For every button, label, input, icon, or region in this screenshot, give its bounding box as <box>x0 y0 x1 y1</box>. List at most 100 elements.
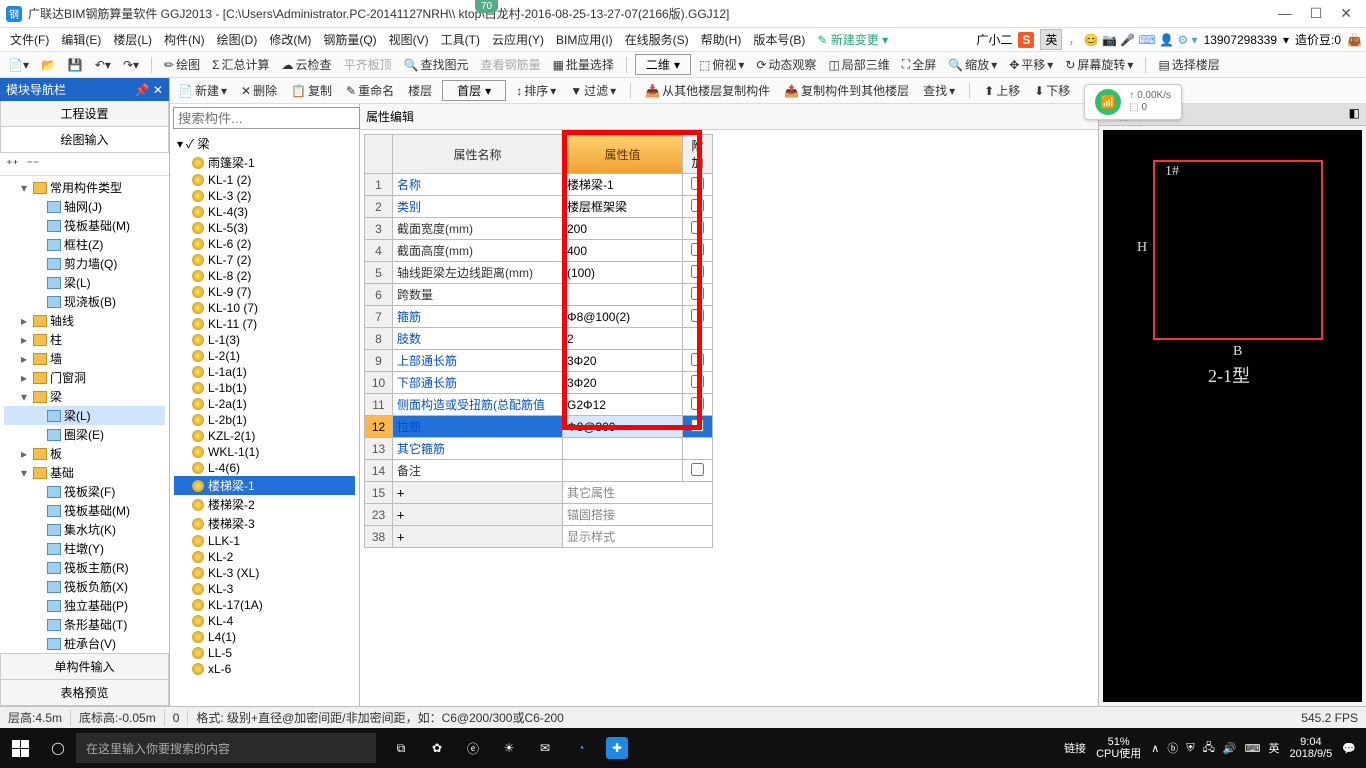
property-row[interactable]: 6跨数量 <box>365 284 713 306</box>
cloud-check-button[interactable]: ☁ 云检查 <box>278 54 336 75</box>
menu-draw[interactable]: 绘图(D) <box>211 29 264 50</box>
menu-rebar[interactable]: 钢筋量(Q) <box>317 29 382 50</box>
nav-node[interactable]: 筏板梁(F) <box>4 482 165 501</box>
ctree-item[interactable]: L-2a(1) <box>174 396 355 412</box>
preview-dock-icon[interactable]: ◧ <box>1349 106 1360 123</box>
property-row[interactable]: 3截面宽度(mm)200 <box>365 218 713 240</box>
menu-modify[interactable]: 修改(M) <box>263 29 317 50</box>
ctree-item[interactable]: KL-4(3) <box>174 204 355 220</box>
filter-button[interactable]: ▼ 过滤 ▾ <box>566 80 620 101</box>
nav-node[interactable]: 筏板主筋(R) <box>4 558 165 577</box>
nav-tab-single[interactable]: 单构件输入 <box>0 654 169 680</box>
property-row[interactable]: 1名称楼梯梁-1 <box>365 174 713 196</box>
find-button[interactable]: 查找 ▾ <box>919 80 959 101</box>
nav-node[interactable]: 框柱(Z) <box>4 235 165 254</box>
zoom-button[interactable]: 🔍 缩放 ▾ <box>944 54 1001 75</box>
sum-button[interactable]: Σ 汇总计算 <box>208 54 273 75</box>
taskbar-app-1[interactable]: ✿ <box>426 737 448 759</box>
property-row[interactable]: 12拉筋Φ8@300 <box>365 416 713 438</box>
open-button[interactable]: 📂 <box>37 56 60 74</box>
nav-node[interactable]: ▾常用构件类型 <box>4 178 165 197</box>
tray-ime[interactable]: 英 <box>1268 740 1279 756</box>
component-search-input[interactable] <box>173 107 360 129</box>
ctree-item[interactable]: L4(1) <box>174 629 355 645</box>
ctree-item[interactable]: KL-6 (2) <box>174 236 355 252</box>
tray-kb-icon[interactable]: ⌨ <box>1245 742 1261 755</box>
tray-up-icon[interactable]: ∧ <box>1151 742 1159 755</box>
property-group-row[interactable]: 15+其它属性 <box>365 482 713 504</box>
dynamic-view-button[interactable]: ⟳ 动态观察 <box>752 54 820 75</box>
view-rebar-button[interactable]: 查看钢筋量 <box>477 54 545 75</box>
ctree-item[interactable]: KL-5(3) <box>174 220 355 236</box>
menu-component[interactable]: 构件(N) <box>158 29 211 50</box>
menu-tool[interactable]: 工具(T) <box>435 29 486 50</box>
property-row[interactable]: 4截面高度(mm)400 <box>365 240 713 262</box>
menu-cloud[interactable]: 云应用(Y) <box>486 29 550 50</box>
fullscreen-button[interactable]: ⛶ 全屏 <box>898 54 940 75</box>
nav-node[interactable]: 圈梁(E) <box>4 425 165 444</box>
ctree-item[interactable]: xL-6 <box>174 661 355 677</box>
ctree-item[interactable]: KL-2 <box>174 549 355 565</box>
ctree-item[interactable]: KL-10 (7) <box>174 300 355 316</box>
ime-lang-button[interactable]: 英 <box>1040 29 1062 50</box>
property-row[interactable]: 9上部通长筋3Φ20 <box>365 350 713 372</box>
taskbar-search[interactable]: 在这里输入你要搜索的内容 <box>76 733 376 763</box>
ctree-item[interactable]: L-1a(1) <box>174 364 355 380</box>
ctree-item[interactable]: KL-3 (2) <box>174 188 355 204</box>
menu-version[interactable]: 版本号(B) <box>747 29 811 50</box>
ctree-item[interactable]: KL-3 (XL) <box>174 565 355 581</box>
nav-node[interactable]: 梁(L) <box>4 406 165 425</box>
menu-help[interactable]: 帮助(H) <box>695 29 748 50</box>
ctree-item[interactable]: KL-3 <box>174 581 355 597</box>
nav-node[interactable]: 筏板基础(M) <box>4 216 165 235</box>
section-canvas[interactable]: 1# H B 2-1型 <box>1103 130 1362 702</box>
taskbar-app-4[interactable]: ✚ <box>606 737 628 759</box>
property-row[interactable]: 14备注 <box>365 460 713 482</box>
nav-node[interactable]: ▾梁 <box>4 387 165 406</box>
wallet-icon[interactable]: 👜 <box>1347 33 1362 47</box>
property-row[interactable]: 2类别楼层框架梁 <box>365 196 713 218</box>
tray-cpu[interactable]: 51%CPU使用 <box>1096 736 1141 760</box>
ctree-item[interactable]: L-2b(1) <box>174 412 355 428</box>
sort-button[interactable]: ↕ 排序 ▾ <box>512 80 560 101</box>
ctree-item[interactable]: L-1(3) <box>174 332 355 348</box>
menu-bim[interactable]: BIM应用(I) <box>550 29 619 50</box>
batch-select-button[interactable]: ▦ 批量选择 <box>549 54 618 75</box>
nav-node[interactable]: ▸柱 <box>4 330 165 349</box>
tray-notifications-icon[interactable]: 💬 <box>1342 742 1356 755</box>
collapse-icon[interactable]: ⁻⁻ <box>27 157 40 171</box>
nav-node[interactable]: 筏板基础(M) <box>4 501 165 520</box>
nav-tab-project[interactable]: 工程设置 <box>0 101 169 127</box>
component-tree[interactable]: ▾ ✓ 梁雨篷梁-1KL-1 (2)KL-3 (2)KL-4(3)KL-5(3)… <box>170 132 359 706</box>
rename-button[interactable]: ✎ 重命名 <box>342 80 398 101</box>
property-row[interactable]: 11侧面构造或受扭筋(总配筋值G2Φ12 <box>365 394 713 416</box>
ctree-root[interactable]: ▾ ✓ 梁 <box>174 134 355 153</box>
copy-from-floor-button[interactable]: 📥 从其他楼层复制构件 <box>641 80 774 101</box>
property-row[interactable]: 8肢数2 <box>365 328 713 350</box>
menu-edit[interactable]: 编辑(E) <box>55 29 107 50</box>
ctree-item[interactable]: L-1b(1) <box>174 380 355 396</box>
tray-shield-icon[interactable]: ⛨ <box>1186 742 1194 755</box>
tray-vol-icon[interactable]: 🔊 <box>1223 742 1237 755</box>
ctree-item[interactable]: 雨篷梁-1 <box>174 153 355 172</box>
nav-node[interactable]: 桩承台(V) <box>4 634 165 653</box>
copy-to-floor-button[interactable]: 📤 复制构件到其他楼层 <box>780 80 913 101</box>
property-row[interactable]: 5轴线距梁左边线距离(mm)(100) <box>365 262 713 284</box>
close-button[interactable]: ✕ <box>1340 5 1352 22</box>
nav-node[interactable]: 集水坑(K) <box>4 520 165 539</box>
ctree-item[interactable]: LL-5 <box>174 645 355 661</box>
ctree-item[interactable]: KL-9 (7) <box>174 284 355 300</box>
nav-node[interactable]: ▸墙 <box>4 349 165 368</box>
new-file-button[interactable]: 📄▾ <box>4 56 33 74</box>
property-row[interactable]: 13其它箍筋 <box>365 438 713 460</box>
property-group-row[interactable]: 38+显示样式 <box>365 526 713 548</box>
nav-tree[interactable]: ▾常用构件类型轴网(J)筏板基础(M)框柱(Z)剪力墙(Q)梁(L)现浇板(B)… <box>0 176 169 653</box>
tray-net-icon[interactable]: 🖧 <box>1203 739 1215 758</box>
nav-node[interactable]: 条形基础(T) <box>4 615 165 634</box>
ctree-item[interactable]: KL-1 (2) <box>174 172 355 188</box>
nav-node[interactable]: ▾基础 <box>4 463 165 482</box>
pan-button[interactable]: ✥ 平移 ▾ <box>1005 54 1057 75</box>
ctree-item[interactable]: 楼梯梁-2 <box>174 495 355 514</box>
maximize-button[interactable]: ☐ <box>1310 5 1323 22</box>
move-up-button[interactable]: ⬆ 上移 <box>980 80 1024 101</box>
